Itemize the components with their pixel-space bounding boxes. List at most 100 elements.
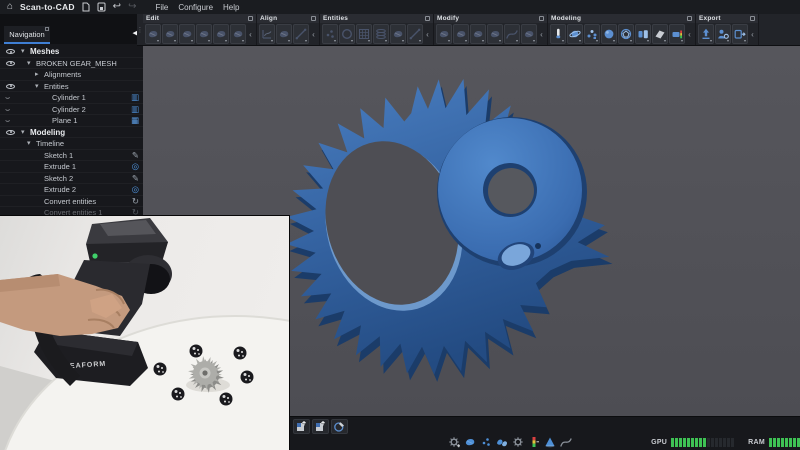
clean-mesh-button[interactable]: ▾ — [213, 24, 229, 44]
paste-view-button[interactable] — [312, 419, 329, 434]
visibility-eye-icon[interactable] — [6, 49, 15, 54]
toolbar-group-label: Export — [699, 15, 721, 22]
tree-item-meshes[interactable]: ▾Meshes — [0, 46, 143, 58]
tree-item-cylinder-2[interactable]: ⌣Cylinder 2▥ — [0, 104, 143, 116]
visibility-eye-icon[interactable] — [6, 84, 15, 89]
meter-segment — [711, 438, 714, 447]
tree-item-convert-entities[interactable]: Convert entities↻ — [0, 196, 143, 208]
tree-item-cylinder-1[interactable]: ⌣Cylinder 1▥ — [0, 92, 143, 104]
tree-item-alignments[interactable]: ▸Alignments — [0, 69, 143, 81]
home-icon[interactable]: ⌂ — [7, 2, 13, 12]
tab-popout-icon[interactable] — [45, 27, 49, 31]
tree-item-sketch-2[interactable]: Sketch 2✎ — [0, 173, 143, 185]
group-overflow-icon[interactable]: ‹ — [310, 24, 317, 44]
group-popout-icon[interactable] — [311, 16, 316, 21]
triangle-refine-button[interactable]: ▾ — [470, 24, 486, 44]
circle-polygon-button[interactable]: ▾ — [618, 24, 634, 44]
dropdown-caret-icon: ▾ — [681, 39, 683, 43]
settings-gear-button[interactable] — [511, 435, 524, 448]
coil-entity-button[interactable]: ▾ — [373, 24, 389, 44]
dropdown-caret-icon: ▾ — [630, 39, 632, 43]
sphere-solid-button[interactable]: ▾ — [601, 24, 617, 44]
curve-edit-button[interactable]: ▾ — [504, 24, 520, 44]
save-icon[interactable] — [97, 2, 106, 12]
split-solid-button[interactable]: ▾ — [635, 24, 651, 44]
plane-trim-button[interactable]: ▾ — [179, 24, 195, 44]
triangle-reduce-button[interactable]: ▾ — [453, 24, 469, 44]
copy-view-button[interactable] — [293, 419, 310, 434]
visibility-eye-icon[interactable] — [6, 130, 15, 135]
deviation-colorbar-button[interactable] — [527, 435, 540, 448]
surface-shaded-button[interactable] — [463, 435, 476, 448]
spline-axis-button[interactable] — [559, 435, 572, 448]
expand-chevron-icon[interactable]: ▾ — [21, 46, 25, 58]
menu-items: File Configure Help — [152, 3, 242, 12]
toolbar-group-buttons: ▾▾▾▾▾▾‹ — [434, 23, 547, 45]
cone-primitive-button[interactable] — [543, 435, 556, 448]
tab-navigation[interactable]: Navigation — [4, 26, 50, 44]
sketch-region-button[interactable] — [331, 419, 348, 434]
visibility-eye-icon[interactable] — [6, 61, 15, 66]
group-popout-icon[interactable] — [248, 16, 253, 21]
group-overflow-icon[interactable]: ‹ — [686, 24, 693, 44]
plane-slab-button[interactable]: ▾ — [652, 24, 668, 44]
mesh-compare-button[interactable] — [495, 435, 508, 448]
mirror-mesh-button[interactable]: ▾ — [521, 24, 537, 44]
circle-entity-button[interactable]: ▾ — [339, 24, 355, 44]
group-overflow-icon[interactable]: ‹ — [424, 24, 431, 44]
tree-item-timeline[interactable]: ▾Timeline — [0, 138, 143, 150]
line-entity-button[interactable]: ▾ — [407, 24, 423, 44]
expand-chevron-icon[interactable]: ▾ — [21, 127, 25, 139]
export-up-arrow-button[interactable]: ▾ — [698, 24, 714, 44]
plane-align-button[interactable]: ▾ — [276, 24, 292, 44]
tree-item-extrude-2[interactable]: Extrude 2◎ — [0, 184, 143, 196]
tree-item-plane-1[interactable]: ⌣Plane 1▦ — [0, 115, 143, 127]
fill-holes-button[interactable]: ▾ — [487, 24, 503, 44]
expand-chevron-icon[interactable]: ▸ — [35, 69, 39, 81]
expand-chevron-icon[interactable]: ▾ — [35, 81, 39, 93]
paint-dots-button[interactable]: ▾ — [584, 24, 600, 44]
colorbar-slab-button[interactable]: ▾ — [669, 24, 685, 44]
new-document-icon[interactable] — [82, 2, 90, 12]
group-overflow-icon[interactable]: ‹ — [749, 24, 756, 44]
lasso-select-button[interactable]: ▾ — [162, 24, 178, 44]
model-tree: ▾Meshes▾BROKEN GEAR_MESH▸Alignments▾Enti… — [0, 46, 143, 219]
menu-file[interactable]: File — [152, 3, 171, 12]
group-popout-icon[interactable] — [539, 16, 544, 21]
person-gear-button[interactable]: ▾ — [715, 24, 731, 44]
meter-segment — [723, 438, 726, 447]
group-popout-icon[interactable] — [425, 16, 430, 21]
redo-icon[interactable]: ↪ — [128, 2, 136, 12]
tree-item-extrude-1[interactable]: Extrude 1◎ — [0, 161, 143, 173]
tree-item-entities[interactable]: ▾Entities — [0, 81, 143, 93]
expand-chevron-icon[interactable]: ▾ — [27, 58, 31, 70]
add-gear-button[interactable] — [447, 435, 460, 448]
undo-icon[interactable]: ↩ — [113, 2, 121, 12]
axis-align-button[interactable]: ▾ — [259, 24, 275, 44]
tree-item-sketch-1[interactable]: Sketch 1✎ — [0, 150, 143, 162]
group-overflow-icon[interactable]: ‹ — [538, 24, 545, 44]
dropdown-caret-icon: ▾ — [385, 39, 387, 43]
grid-entity-button[interactable]: ▾ — [356, 24, 372, 44]
group-popout-icon[interactable] — [687, 16, 692, 21]
extrude-icon: ◎ — [132, 184, 139, 196]
defeature-button[interactable]: ▾ — [196, 24, 212, 44]
group-popout-icon[interactable] — [750, 16, 755, 21]
surface-points-button[interactable] — [479, 435, 492, 448]
plane-entity-button[interactable]: ▾ — [390, 24, 406, 44]
group-overflow-icon[interactable]: ‹ — [247, 24, 254, 44]
smooth-mesh-button[interactable]: ▾ — [230, 24, 246, 44]
orbit-sphere-button[interactable]: ▾ — [567, 24, 583, 44]
point-entity-button[interactable]: ▾ — [322, 24, 338, 44]
cad-file-button[interactable]: ▾ — [732, 24, 748, 44]
knife-section-button[interactable]: ▾ — [550, 24, 566, 44]
surface-patch-button[interactable]: ▾ — [436, 24, 452, 44]
menu-help[interactable]: Help — [220, 3, 242, 12]
menu-configure[interactable]: Configure — [175, 3, 216, 12]
select-brush-button[interactable]: ▾ — [145, 24, 161, 44]
line-align-button[interactable]: ▾ — [293, 24, 309, 44]
expand-chevron-icon[interactable]: ▾ — [27, 138, 31, 150]
meter-segment — [707, 438, 710, 447]
tree-item-broken-gear-mesh[interactable]: ▾BROKEN GEAR_MESH — [0, 58, 143, 70]
tree-item-modeling[interactable]: ▾Modeling — [0, 127, 143, 139]
